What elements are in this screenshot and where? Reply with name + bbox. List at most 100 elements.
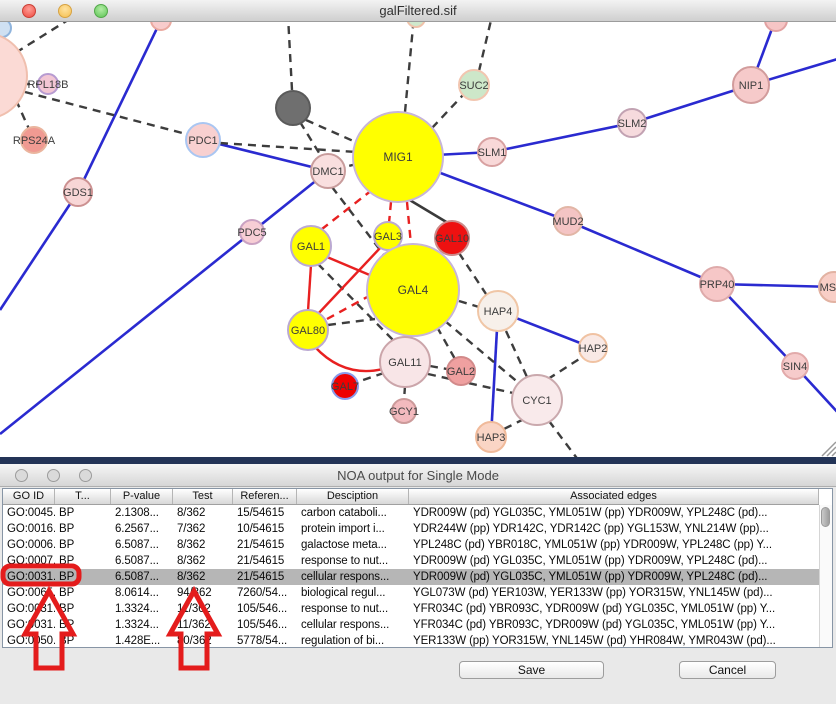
edge-GAL1-GAL80[interactable] [308, 265, 311, 311]
edge-GAL4-HAP4[interactable] [459, 301, 479, 307]
edge-DMC1-PDC5-left[interactable] [0, 171, 328, 434]
cell-description: cellular respons... [297, 617, 409, 633]
vertical-scrollbar[interactable] [819, 505, 832, 647]
node-label-PDC1: PDC1 [188, 135, 217, 147]
cell-associated_edges: YFR034C (pd) YBR093C, YDR009W (pd) YGL03… [409, 601, 819, 617]
node-label-DMC1: DMC1 [312, 166, 343, 178]
save-button[interactable]: Save [459, 661, 604, 679]
cell-go_id: GO:0050... [3, 633, 55, 647]
noa-results-table: GO IDT...P-valueTestReferen...Desciption… [2, 488, 833, 648]
edge-gray-MIG1[interactable] [306, 120, 360, 144]
cell-namespace: BP [55, 601, 111, 617]
node-label-HAP3: HAP3 [477, 432, 506, 444]
node-label-SUC2: SUC2 [459, 80, 488, 92]
noa-table-body: GO:0045...BP2.1308...8/36215/54615carbon… [3, 505, 819, 647]
edge-MIG1-SUC2[interactable] [432, 95, 463, 128]
cell-description: protein import i... [297, 521, 409, 537]
cell-p_value: 6.5087... [111, 569, 173, 585]
edge-GDS1-left[interactable] [0, 192, 78, 310]
edge-GAL10-HAP4[interactable] [459, 253, 488, 297]
table-row-4[interactable]: GO:0007...BP6.5087...8/36221/54615respon… [3, 553, 819, 569]
node-label-MUD2: MUD2 [552, 216, 583, 228]
node-gray-node[interactable] [276, 91, 310, 125]
edge-CYC1-HAP2[interactable] [548, 356, 584, 379]
column-header-description[interactable]: Desciption [297, 489, 409, 504]
column-header-reference[interactable]: Referen... [233, 489, 297, 504]
node-label-SIN4: SIN4 [783, 361, 807, 373]
edge-MUD2-PRP40[interactable] [568, 221, 717, 284]
cell-description: cellular respons... [297, 569, 409, 585]
column-header-associated_edges[interactable]: Associated edges [409, 489, 819, 504]
scrollbar-thumb[interactable] [821, 507, 830, 527]
table-row-1[interactable]: GO:0045...BP2.1308...8/36215/54615carbon… [3, 505, 819, 521]
cell-p_value: 1.3324... [111, 617, 173, 633]
node-large-pink[interactable] [0, 33, 27, 119]
network-canvas[interactable]: RPL18BRPS24AGDS1PDC1MIG1DMC1SUC2SLM1SLM2… [0, 22, 836, 458]
edge-SLM1-SLM2[interactable] [492, 123, 632, 152]
table-row-9[interactable]: GO:0050...BP1.428E...80/3625778/54...reg… [3, 633, 819, 647]
table-row-5-selected[interactable]: GO:0031...BP6.5087...8/36221/54615cellul… [3, 569, 819, 585]
cell-go_id: GO:0016... [3, 521, 55, 537]
table-row-2[interactable]: GO:0016...BP6.2567...7/36210/54615protei… [3, 521, 819, 537]
cancel-button[interactable]: Cancel [679, 661, 776, 679]
edge-GAL11-GCY1[interactable] [404, 386, 405, 400]
edge-CYC1-HAP3[interactable] [504, 419, 524, 429]
node-corner-blue[interactable] [0, 22, 11, 37]
edge-GAL80-GAL4[interactable] [328, 319, 375, 325]
cell-description: regulation of bi... [297, 633, 409, 647]
edge-SUC2-top[interactable] [479, 22, 492, 71]
edge-gray-DMC1[interactable] [300, 122, 321, 156]
node-label-GAL11: GAL11 [388, 357, 421, 369]
node-label-GAL7: GAL7 [331, 381, 359, 393]
edge-GAL80-GAL4[interactable] [327, 296, 369, 319]
node-label-GCY1: GCY1 [389, 406, 419, 418]
cell-go_id: GO:0006... [3, 537, 55, 553]
edge-gray-top[interactable] [288, 22, 292, 90]
edge-GAL80-GAL11[interactable] [315, 347, 383, 371]
node-label-NIP1: NIP1 [739, 80, 763, 92]
node-label-GAL1: GAL1 [297, 241, 325, 253]
table-row-6[interactable]: GO:0065...BP8.0614...94/3627260/54...bio… [3, 585, 819, 601]
edge-pink-RPS24A[interactable] [16, 100, 29, 129]
cell-reference: 21/54615 [233, 569, 297, 585]
column-header-go_id[interactable]: GO ID [3, 489, 55, 504]
cell-namespace: BP [55, 505, 111, 521]
column-header-p_value[interactable]: P-value [111, 489, 173, 504]
resize-grip-icon[interactable] [832, 452, 836, 456]
cell-p_value: 1.3324... [111, 601, 173, 617]
table-row-7[interactable]: GO:0031...BP1.3324...11/362105/546...res… [3, 601, 819, 617]
cell-namespace: BP [55, 633, 111, 647]
edge-GAL11-GAL7[interactable] [357, 373, 384, 382]
edge-PDC1-MIG1[interactable] [220, 143, 356, 152]
edge-GAL11-GAL2[interactable] [430, 366, 447, 369]
edge-MIG1-GAL10[interactable] [408, 199, 448, 223]
table-row-8[interactable]: GO:0031...BP1.3324...11/362105/546...cel… [3, 617, 819, 633]
edge-MIG1-GAL3[interactable] [389, 202, 391, 223]
edge-MIG1-GAL4[interactable] [407, 202, 411, 245]
edge-MIG1-GAL1[interactable] [322, 190, 372, 229]
node-label-GAL80: GAL80 [291, 325, 325, 337]
cell-go_id: GO:0031... [3, 601, 55, 617]
edge-PDC1-DMC1[interactable] [203, 140, 328, 171]
cell-go_id: GO:0007... [3, 553, 55, 569]
column-header-test[interactable]: Test [173, 489, 233, 504]
column-header-namespace[interactable]: T... [55, 489, 111, 504]
node-top-green[interactable] [407, 22, 425, 27]
cell-namespace: BP [55, 617, 111, 633]
node-top-pink-left[interactable] [151, 22, 171, 30]
cell-reference: 21/54615 [233, 553, 297, 569]
edge-GAL4-GAL2[interactable] [437, 327, 455, 359]
node-top-pink-right[interactable] [765, 22, 787, 31]
edge-GAL1-GAL4[interactable] [327, 257, 372, 276]
resize-grip-icon[interactable] [827, 447, 836, 456]
cell-associated_edges: YPL248C (pd) YBR018C, YML051W (pp) YDR00… [409, 537, 819, 553]
edge-HAP4-CYC1[interactable] [506, 331, 527, 377]
node-label-HAP2: HAP2 [579, 343, 608, 355]
table-row-3[interactable]: GO:0006...BP6.5087...8/36221/54615galact… [3, 537, 819, 553]
noa-table-header: GO IDT...P-valueTestReferen...Desciption… [3, 489, 819, 505]
cell-associated_edges: YFR034C (pd) YBR093C, YDR009W (pd) YGL03… [409, 617, 819, 633]
edge-top-pink-GDS1[interactable] [78, 22, 161, 192]
node-label-SLM2: SLM2 [618, 118, 647, 130]
edge-MIG1-top[interactable] [405, 22, 414, 112]
edge-CYC1-bottom[interactable] [549, 421, 579, 458]
